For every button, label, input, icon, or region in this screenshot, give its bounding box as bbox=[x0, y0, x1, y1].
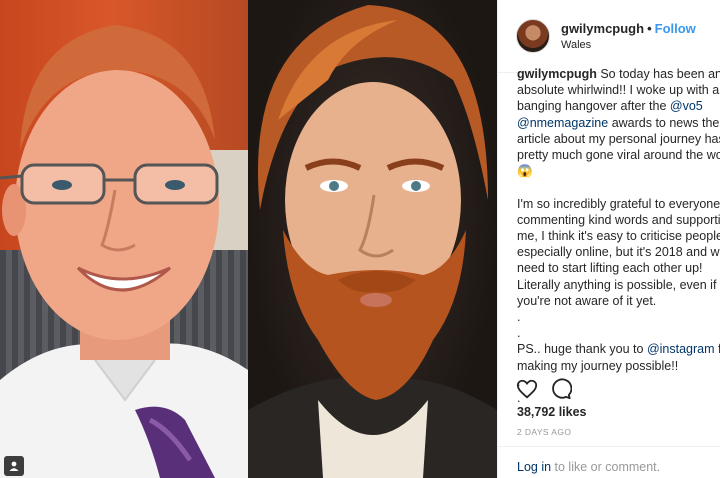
before-photo-panel bbox=[0, 0, 248, 478]
caption-text-2 bbox=[703, 99, 706, 113]
mention-vo5[interactable]: @vo5 bbox=[670, 99, 703, 113]
before-man-illustration bbox=[0, 25, 248, 478]
header-text: gwilymcpugh • Follow Wales bbox=[561, 21, 696, 51]
location-link[interactable]: Wales bbox=[561, 39, 696, 51]
mention-instagram[interactable]: @instagram bbox=[647, 342, 715, 356]
post-header: gwilymcpugh • Follow Wales bbox=[498, 0, 720, 73]
post-caption: gwilymcpugh So today has been an absolut… bbox=[517, 66, 720, 406]
divider bbox=[498, 446, 720, 447]
post-timestamp[interactable]: 2 DAYS AGO bbox=[517, 427, 571, 437]
after-man-illustration bbox=[248, 5, 497, 478]
login-prompt-text: to like or comment. bbox=[551, 460, 661, 474]
post-photo[interactable] bbox=[0, 0, 497, 478]
header-separator: • bbox=[647, 21, 652, 36]
after-photo-panel bbox=[248, 0, 497, 478]
heart-outline-icon[interactable] bbox=[516, 378, 538, 400]
caption-text-3: awards to news the article about my pers… bbox=[517, 115, 720, 357]
follow-button[interactable]: Follow bbox=[655, 21, 696, 36]
login-link[interactable]: Log in bbox=[517, 460, 551, 474]
post-actions bbox=[516, 378, 572, 400]
mention-nmemagazine[interactable]: @nmemagazine bbox=[517, 116, 608, 130]
likes-count[interactable]: 38,792 likes bbox=[517, 405, 587, 419]
post-sidebar: gwilymcpugh • Follow Wales gwilymcpugh So … bbox=[497, 0, 720, 478]
user-tag-icon[interactable] bbox=[4, 456, 24, 476]
caption-username[interactable]: gwilymcpugh bbox=[517, 67, 597, 81]
login-prompt: Log in to like or comment. bbox=[517, 460, 660, 474]
avatar[interactable] bbox=[516, 19, 550, 53]
speech-bubble-icon[interactable] bbox=[550, 378, 572, 400]
header-user-line: gwilymcpugh • Follow bbox=[561, 21, 696, 36]
header-username[interactable]: gwilymcpugh bbox=[561, 21, 644, 36]
